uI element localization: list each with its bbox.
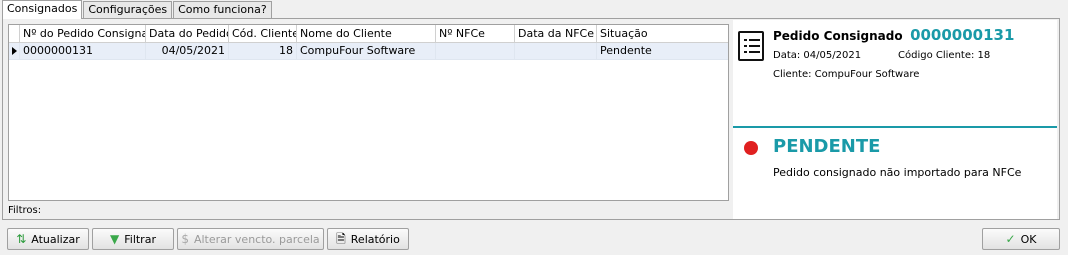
column-header-cod-cliente[interactable]: Cód. Cliente <box>229 25 297 42</box>
atualizar-button[interactable]: ⇅ Atualizar <box>7 228 89 250</box>
row-indicator-icon <box>9 43 20 59</box>
cell-situacao[interactable]: Pendente <box>597 43 717 59</box>
filtrar-label: Filtrar <box>124 232 156 246</box>
column-header-pedido[interactable]: Nº do Pedido Consignado <box>20 25 146 42</box>
consignados-grid[interactable]: Nº do Pedido Consignado Data do Pedido C… <box>8 24 729 201</box>
pedido-number: 0000000131 <box>910 26 1015 44</box>
atualizar-label: Atualizar <box>31 232 80 246</box>
ok-button[interactable]: ✓ OK <box>982 228 1060 250</box>
document-list-icon <box>738 31 764 61</box>
pedido-title-label: Pedido Consignado <box>773 29 903 43</box>
tab-como-funciona[interactable]: Como funciona? <box>173 1 272 19</box>
pedido-detail-panel: Pedido Consignado 0000000131 Data: 04/05… <box>733 20 1057 219</box>
ok-label: OK <box>1020 232 1037 246</box>
header-indicator <box>9 25 20 42</box>
cell-data-nfce[interactable] <box>515 43 597 59</box>
cell-cod-cliente[interactable]: 18 <box>229 43 297 59</box>
detail-separator <box>733 126 1057 128</box>
filter-funnel-icon: ▼ <box>110 232 120 246</box>
pedido-codigo-cliente: Código Cliente: 18 <box>898 50 991 61</box>
cell-data-pedido[interactable]: 04/05/2021 <box>146 43 229 59</box>
column-header-data-nfce[interactable]: Data da NFCe <box>515 25 597 42</box>
pedido-title: Pedido Consignado 0000000131 <box>773 26 1014 44</box>
tab-bar: Consignados Configurações Como funciona? <box>2 0 273 19</box>
tab-consignados[interactable]: Consignados <box>2 0 83 19</box>
pedido-cliente: Cliente: CompuFour Software <box>773 69 920 80</box>
dollar-icon: $ <box>181 232 189 246</box>
column-header-data-pedido[interactable]: Data do Pedido <box>146 25 229 42</box>
column-header-nfce[interactable]: Nº NFCe <box>436 25 515 42</box>
filters-label: Filtros: <box>8 205 42 216</box>
alterar-label: Alterar vencto. parcela <box>193 232 320 246</box>
refresh-arrows-icon: ⇅ <box>16 232 27 246</box>
tab-panel-consignados: Nº do Pedido Consignado Data do Pedido C… <box>2 18 1060 220</box>
status-description: Pedido consignado não importado para NFC… <box>773 166 1022 179</box>
pedido-data: Data: 04/05/2021 <box>773 50 862 61</box>
cell-pedido[interactable]: 0000000131 <box>20 43 146 59</box>
column-header-situacao[interactable]: Situação <box>597 25 717 42</box>
grid-header: Nº do Pedido Consignado Data do Pedido C… <box>9 25 728 43</box>
status-title: PENDENTE <box>773 136 881 157</box>
relatorio-button[interactable]: 🗎 Relatório <box>327 228 409 250</box>
cell-nfce[interactable] <box>436 43 515 59</box>
column-header-nome-cliente[interactable]: Nome do Cliente <box>297 25 436 42</box>
alterar-vencto-parcela-button[interactable]: $ Alterar vencto. parcela <box>177 228 324 250</box>
table-row[interactable]: 0000000131 04/05/2021 18 CompuFour Softw… <box>9 43 728 60</box>
filtrar-button[interactable]: ▼ Filtrar <box>92 228 174 250</box>
status-indicator-dot-icon <box>744 141 758 155</box>
report-document-icon: 🗎 <box>336 232 346 246</box>
checkmark-icon: ✓ <box>1005 232 1016 246</box>
cell-nome-cliente[interactable]: CompuFour Software <box>297 43 436 59</box>
relatorio-label: Relatório <box>350 232 400 246</box>
tab-configuracoes[interactable]: Configurações <box>83 1 173 19</box>
